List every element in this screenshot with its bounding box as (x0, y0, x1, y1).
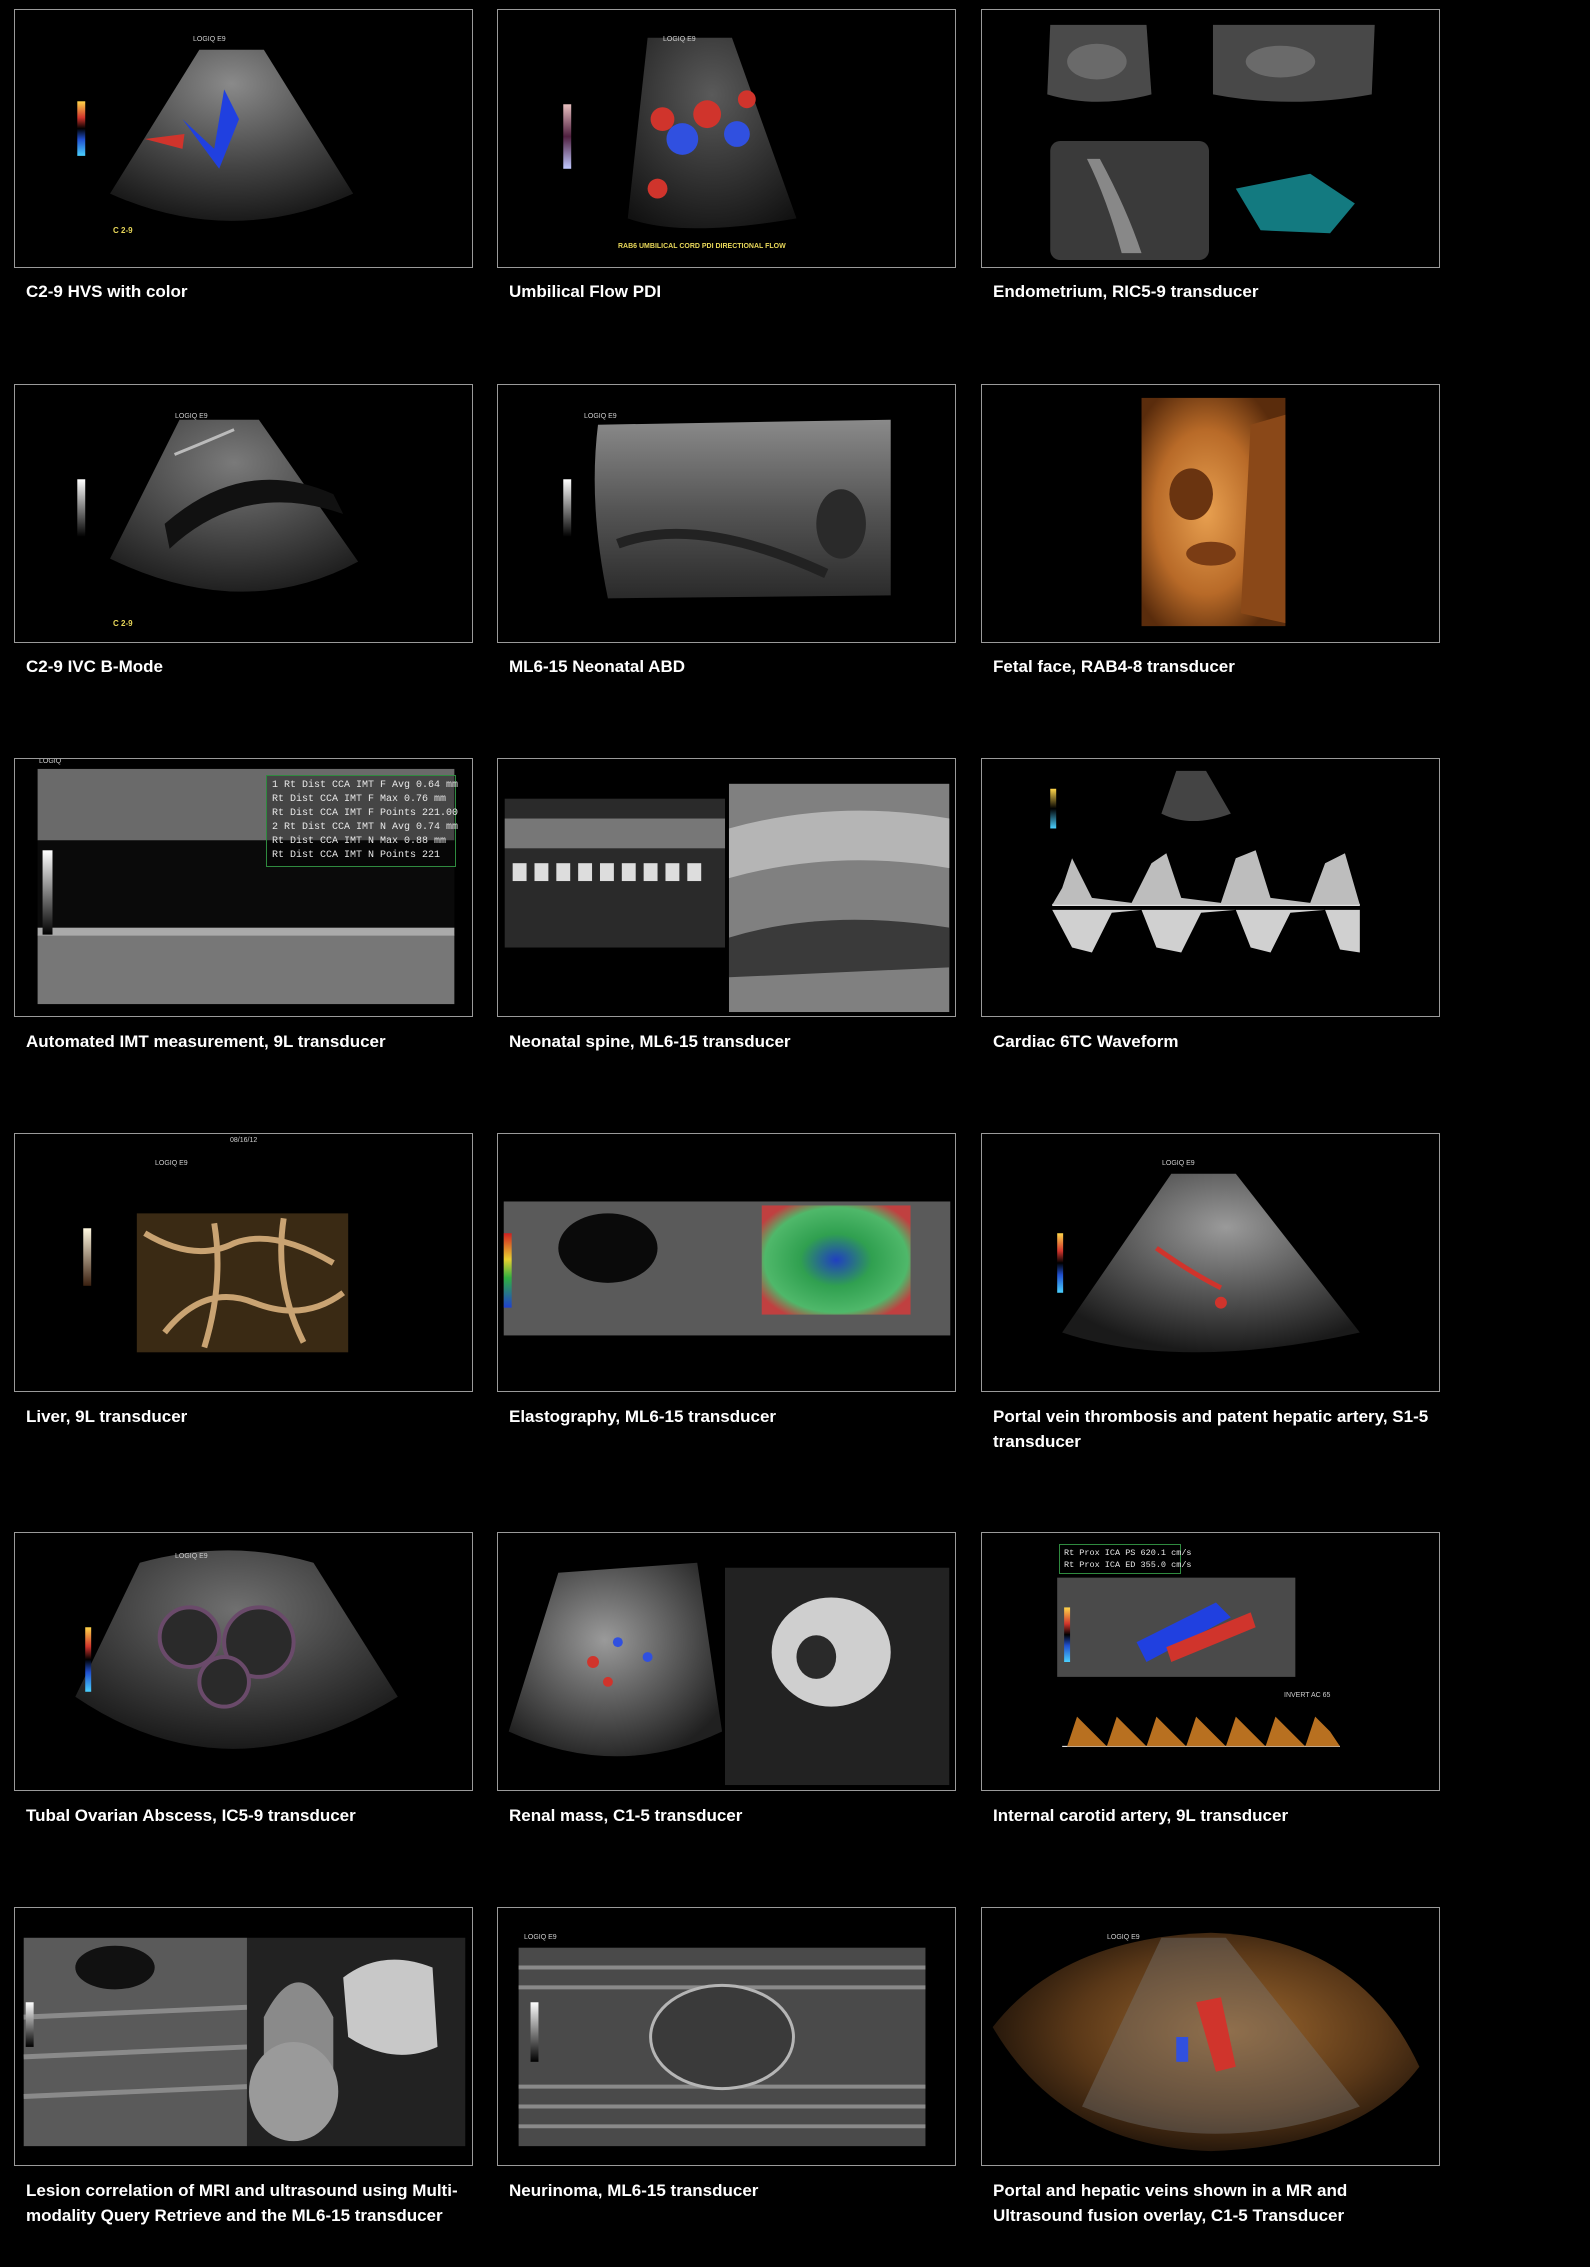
caption: Neonatal spine, ML6-15 transducer (509, 1032, 791, 1051)
ultrasound-image (1057, 1173, 1360, 1353)
image-neurinoma[interactable]: LOGIQ E9 (497, 1907, 956, 2166)
doppler-image (1057, 1577, 1340, 1747)
logiq-label: LOGIQ (39, 758, 62, 765)
logiq-label: LOGIQ E9 (524, 1934, 557, 1941)
ultrasound-image (1047, 24, 1375, 261)
image-elastography[interactable] (497, 1133, 956, 1392)
probe-label: RAB6 UMBILICAL CORD PDI DIRECTIONAL FLOW (618, 243, 786, 250)
measurement-row: Rt Prox ICA ED 355.0 cm/s (1064, 1560, 1192, 1570)
logiq-label: LOGIQ E9 (155, 1160, 188, 1167)
ultrasound-image (77, 49, 354, 221)
date-label: 08/16/12 (230, 1137, 258, 1144)
image-mr-fusion-overlay[interactable]: LOGIQ E9 (981, 1907, 1440, 2166)
caption: Neurinoma, ML6-15 transducer (509, 2181, 759, 2200)
ultrasound-mri-image (23, 1937, 466, 2147)
image-cardiac-waveform[interactable] (981, 758, 1440, 1017)
invert-label: INVERT AC 65 (1284, 1692, 1331, 1699)
image-tubal-ovarian-abscess[interactable]: LOGIQ E9 (14, 1532, 473, 1791)
image-ivc-bmode[interactable]: C 2-9 LOGIQ E9 (14, 384, 473, 643)
image-portal-vein[interactable]: LOGIQ E9 (981, 1133, 1440, 1392)
probe-label: C 2-9 (113, 226, 133, 235)
caption: Portal and hepatic veins shown in a MR a… (993, 2181, 1348, 2225)
ica-measurement-box: Rt Prox ICA PS 620.1 cm/s Rt Prox ICA ED… (1059, 1544, 1192, 1574)
ultrasound-mri-image (504, 783, 950, 1013)
logiq-label: LOGIQ E9 (175, 413, 208, 420)
measurement-row: Rt Dist CCA IMT F Points 221.00 (272, 808, 459, 819)
image-fetal-face[interactable] (981, 384, 1440, 643)
image-umbilical-flow[interactable]: RAB6 UMBILICAL CORD PDI DIRECTIONAL FLOW… (497, 9, 956, 268)
ultrasound-image (563, 419, 891, 599)
imt-measurement-box: 1 Rt Dist CCA IMT F Avg 0.64 mm Rt Dist … (266, 775, 459, 867)
logiq-label: LOGIQ E9 (193, 36, 226, 43)
caption: Cardiac 6TC Waveform (993, 1032, 1179, 1051)
caption: Renal mass, C1-5 transducer (509, 1806, 743, 1825)
elastography-image (503, 1201, 951, 1336)
3d-render-image (83, 1213, 349, 1353)
measurement-row: Rt Prox ICA PS 620.1 cm/s (1064, 1548, 1192, 1558)
caption: Liver, 9L transducer (26, 1407, 188, 1426)
fusion-image (992, 1932, 1420, 2152)
image-endometrium[interactable] (981, 9, 1440, 268)
doppler-waveform-image (1050, 770, 1360, 953)
image-hvs-color[interactable]: C 2-9 LOGIQ E9 (14, 9, 473, 268)
image-neonatal-abd[interactable]: LOGIQ E9 (497, 384, 956, 643)
ultrasound-image (75, 1550, 398, 1749)
3d-render-image (1141, 397, 1286, 627)
measurement-row: 1 Rt Dist CCA IMT F Avg 0.64 mm (272, 780, 459, 791)
logiq-label: LOGIQ E9 (175, 1553, 208, 1560)
ultrasound-image (77, 419, 359, 592)
caption: C2-9 IVC B-Mode (26, 657, 163, 676)
logiq-label: LOGIQ E9 (663, 36, 696, 43)
measurement-row: 2 Rt Dist CCA IMT N Avg 0.74 mm (272, 822, 459, 833)
caption: Internal carotid artery, 9L transducer (993, 1806, 1289, 1825)
measurement-row: Rt Dist CCA IMT F Max 0.76 mm (272, 794, 447, 805)
probe-label: C 2-9 (113, 619, 133, 628)
ultrasound-mri-image (508, 1562, 950, 1786)
logiq-label: LOGIQ E9 (1107, 1934, 1140, 1941)
image-mri-lesion-correlation[interactable] (14, 1907, 473, 2166)
caption: Elastography, ML6-15 transducer (509, 1407, 777, 1426)
image-internal-carotid[interactable]: Rt Prox ICA PS 620.1 cm/s Rt Prox ICA ED… (981, 1532, 1440, 1791)
caption: Tubal Ovarian Abscess, IC5-9 transducer (26, 1806, 356, 1825)
measurement-row: Rt Dist CCA IMT N Max 0.88 mm (272, 836, 447, 847)
measurement-row: Rt Dist CCA IMT N Points 221 (272, 850, 441, 861)
logiq-label: LOGIQ E9 (1162, 1160, 1195, 1167)
caption: ML6-15 Neonatal ABD (509, 657, 686, 676)
caption: Portal vein thrombosis and patent hepati… (993, 1407, 1429, 1451)
image-imt-measurement[interactable]: LOGIQ 1 Rt Dist CCA IMT F Avg 0.64 mm Rt… (14, 758, 473, 1017)
image-liver-9l[interactable]: 08/16/12 LOGIQ E9 (14, 1133, 473, 1392)
caption: Endometrium, RIC5-9 transducer (993, 282, 1259, 301)
caption: Lesion correlation of MRI and ultrasound… (26, 2181, 458, 2225)
caption: C2-9 HVS with color (26, 282, 188, 301)
caption: Fetal face, RAB4-8 transducer (993, 657, 1235, 676)
ultrasound-image (563, 37, 797, 229)
logiq-label: LOGIQ E9 (584, 413, 617, 420)
image-renal-mass[interactable] (497, 1532, 956, 1791)
ultrasound-image (518, 1947, 926, 2147)
caption: Umbilical Flow PDI (509, 282, 662, 301)
image-neonatal-spine[interactable] (497, 758, 956, 1017)
caption: Automated IMT measurement, 9L transducer (26, 1032, 386, 1051)
